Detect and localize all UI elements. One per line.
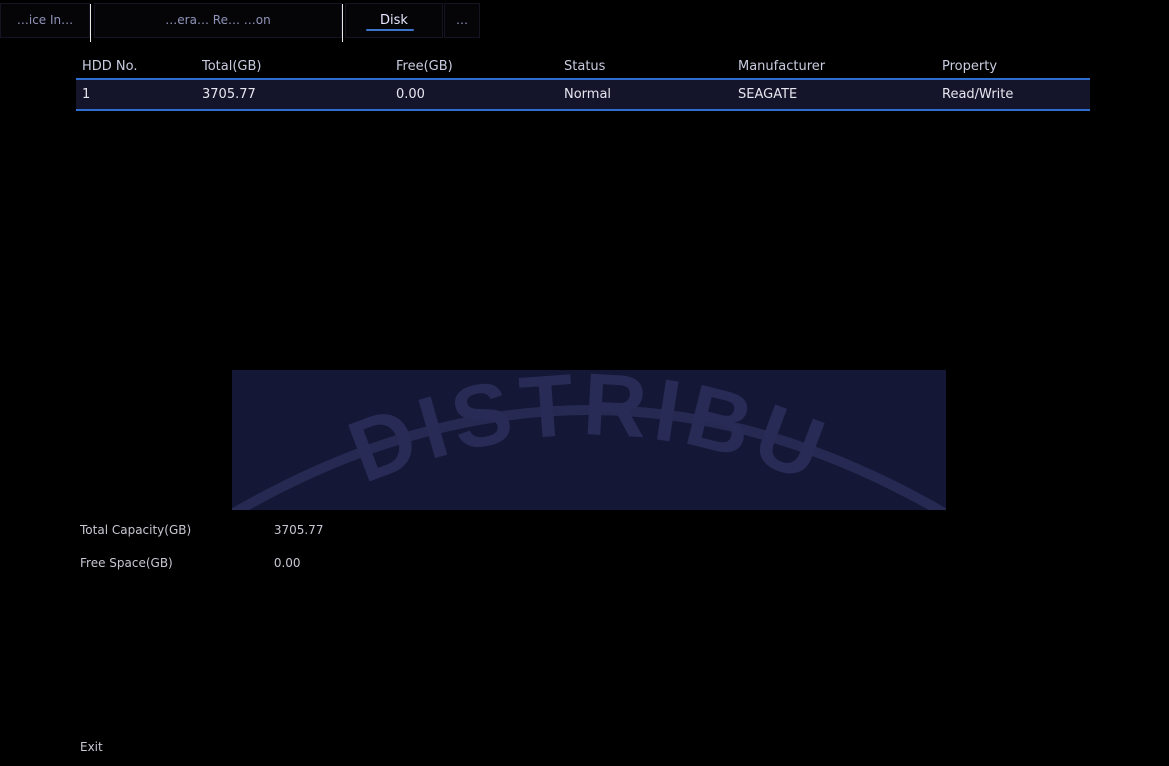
exit-button[interactable]: Exit [80,740,103,754]
total-capacity-row: Total Capacity(GB) 3705.77 [80,523,323,537]
hdd-table: HDD No. Total(GB) Free(GB) Status Manufa… [76,55,1090,111]
total-capacity-value: 3705.77 [273,523,324,537]
cell-property: Read/Write [942,87,1014,102]
total-capacity-label: Total Capacity(GB) [80,523,192,537]
free-space-value: 0.00 [273,556,301,570]
column-header-total[interactable]: Total(GB) [196,55,390,79]
column-header-status[interactable]: Status [558,55,732,79]
table-row[interactable]: 1 3705.77 0.00 Normal SEAGATE Read/Write [76,79,1090,110]
cell-manufacturer: SEAGATE [738,87,798,102]
column-header-manufacturer[interactable]: Manufacturer [732,55,936,79]
tab-bar: …ice In… …era… Re… …on Disk … [0,0,1169,46]
cell-status: Normal [564,87,612,102]
tab-device-info[interactable]: …ice In… [0,3,90,38]
table-header-row: HDD No. Total(GB) Free(GB) Status Manufa… [76,55,1090,79]
tab-disk[interactable]: Disk [345,3,443,38]
free-space-row: Free Space(GB) 0.00 [80,556,301,570]
tab-more-label: … [456,13,468,27]
distributor-watermark: DISTRIBU [232,370,946,510]
tab-divider [90,4,91,42]
column-header-free[interactable]: Free(GB) [390,55,558,79]
cell-total: 3705.77 [202,87,256,102]
tab-disk-label: Disk [380,13,408,28]
cell-hdd-no: 1 [82,87,91,102]
column-header-hdd-no[interactable]: HDD No. [76,55,196,79]
watermark-seal-graphic: DISTRIBU [232,370,946,510]
tab-device-info-label: …ice In… [16,13,74,27]
tab-divider [342,4,343,42]
svg-text:DISTRIBU: DISTRIBU [336,370,843,501]
tab-more[interactable]: … [444,3,480,38]
tab-camera-recording-label: …era… Re… …on [165,13,271,27]
cell-free: 0.00 [396,87,425,102]
active-tab-indicator [366,29,414,31]
tab-camera-recording[interactable]: …era… Re… …on [94,3,342,38]
free-space-label: Free Space(GB) [80,556,173,570]
column-header-property[interactable]: Property [936,55,1090,79]
watermark-text: DISTRIBU [336,370,837,501]
